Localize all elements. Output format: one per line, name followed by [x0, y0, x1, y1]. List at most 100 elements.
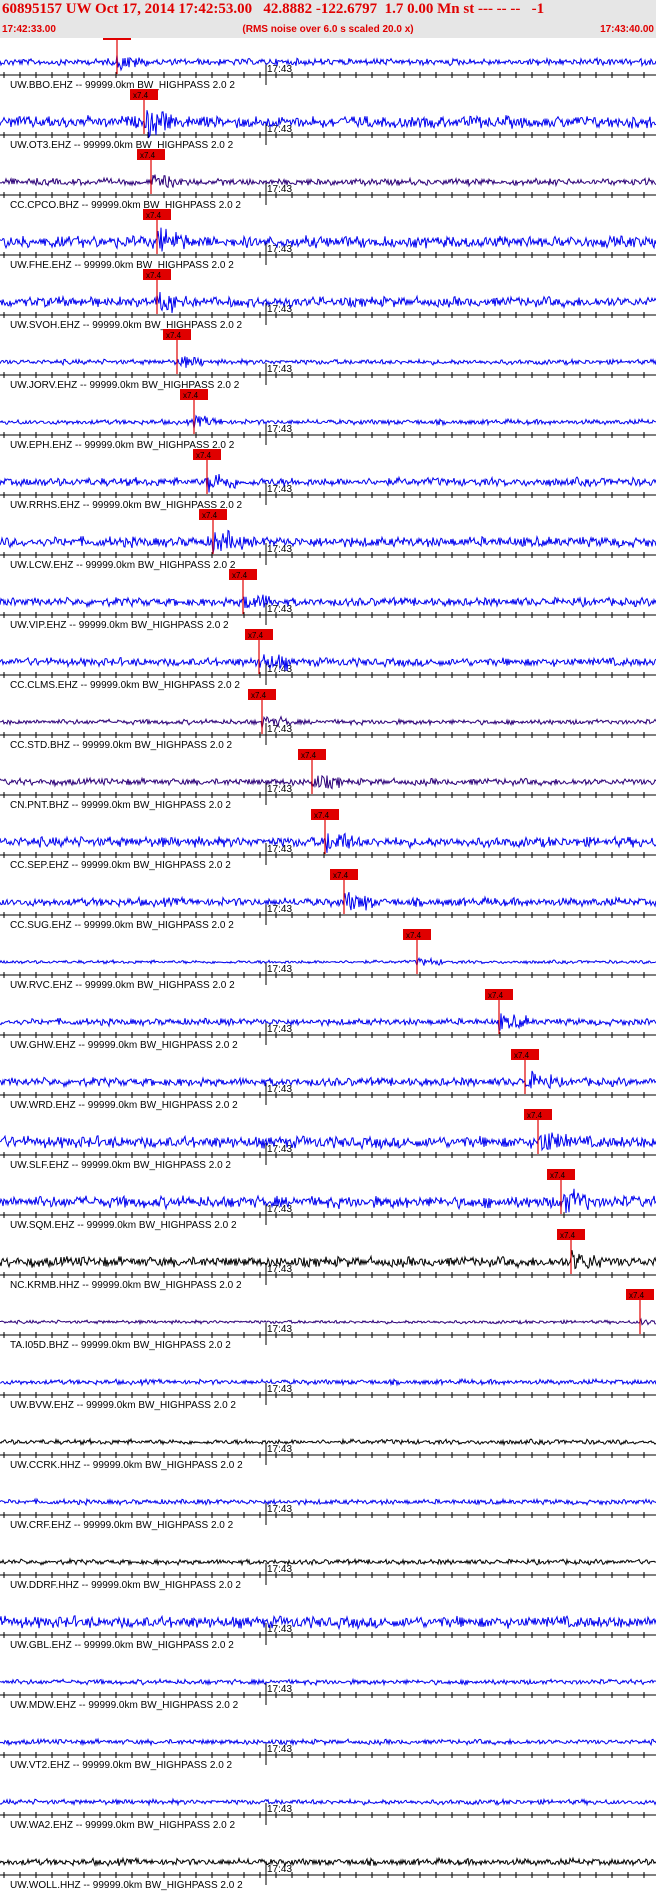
waveform — [0, 891, 656, 911]
minute-label: 17:43 — [267, 184, 292, 195]
trace-20: 17:43x7.4NC.KRMB.HHZ -- 99999.0km BW_HIG… — [0, 1229, 656, 1291]
minute-label: 17:43 — [267, 1084, 292, 1095]
waveform — [0, 356, 656, 368]
trace-11: 17:43 x7.4 CC.STD.BHZ -- 99999.0km BW_HIGH… — [0, 689, 656, 751]
waveform — [0, 715, 656, 729]
minute-label: 17:43 — [267, 1324, 292, 1335]
trace-14: 17:43 x7.4 CC.SUG.EHZ -- 99999.0km BW_HIGH… — [0, 869, 656, 931]
waveform — [0, 832, 656, 853]
waveform — [0, 1437, 656, 1447]
trace-23: 17:43 UW.CCRK.HHZ -- 99999.0km BW_HIGHPAS… — [0, 1437, 656, 1471]
channel-label: UW.VT2.EHZ -- 99999.0km BW_HIGHPASS 2.0 … — [10, 1760, 233, 1771]
waveform — [0, 1557, 656, 1567]
trace-25: 17:43 UW.DDRF.HHZ -- 99999.0km BW_HIGHPAS… — [0, 1557, 656, 1591]
channel-label: UW.RVC.EHZ -- 99999.0km BW_HIGHPASS 2.0 … — [10, 980, 235, 991]
trace-18: 17:43 x7.4 UW.SLF.EHZ -- 99999.0km BW_HIGH… — [0, 1109, 656, 1171]
minute-label: 17:43 — [267, 904, 292, 915]
trace-10: 17:43x7.4CC.CLMS.EHZ -- 99999.0km BW_HIG… — [0, 629, 656, 691]
minute-label: 17:43 — [267, 1744, 292, 1755]
channel-label: CN.PNT.BHZ -- 99999.0km BW_HIGHPASS 2.0 … — [10, 800, 231, 811]
channel-label: UW.FHE.EHZ -- 99999.0km BW_HIGHPASS 2.0 … — [10, 260, 234, 271]
pick-label: x7.4 — [550, 1171, 566, 1180]
trace-19: 17:43x7.4UW.SQM.EHZ -- 99999.0km BW_HIGH… — [0, 1169, 656, 1231]
minute-label: 17:43 — [267, 484, 292, 495]
pick-label: x7.4 — [301, 751, 317, 760]
pick-label: x7.4 — [106, 38, 122, 40]
channel-label: UW.CRF.EHZ -- 99999.0km BW_HIGHPASS 2.0 … — [10, 1520, 234, 1531]
minute-label: 17:43 — [267, 1804, 292, 1815]
waveform — [0, 291, 656, 314]
minute-label: 17:43 — [267, 724, 292, 735]
minute-label: 17:43 — [267, 244, 292, 255]
waveform — [0, 110, 656, 139]
pick-label: x7.4 — [133, 91, 149, 100]
minute-label: 17:43 — [267, 1564, 292, 1575]
waveform — [0, 529, 656, 554]
waveform — [0, 414, 656, 429]
waveform — [0, 174, 656, 189]
channel-label: UW.OT3.EHZ -- 99999.0km BW_HIGHPASS 2.0 … — [10, 140, 234, 151]
minute-label: 17:43 — [267, 424, 292, 435]
waveform — [0, 774, 656, 790]
pick-label: x7.4 — [527, 1111, 543, 1120]
trace-7: 17:43x7.4UW.RRHS.EHZ -- 99999.0km BW_HIG… — [0, 449, 656, 511]
channel-label: CC.CLMS.EHZ -- 99999.0km BW_HIGHPASS 2.0… — [10, 680, 240, 691]
channel-label: UW.SLF.EHZ -- 99999.0km BW_HIGHPASS 2.0 … — [10, 1160, 231, 1171]
waveform — [0, 1856, 656, 1868]
waveform — [0, 956, 656, 968]
channel-label: UW.CCRK.HHZ -- 99999.0km BW_HIGHPASS 2.0… — [10, 1460, 243, 1471]
channel-label: UW.SQM.EHZ -- 99999.0km BW_HIGHPASS 2.0 … — [10, 1220, 237, 1231]
trace-30: 17:43 UW.WOLL.HHZ -- 99999.0km BW_HIGHPAS… — [0, 1856, 656, 1891]
trace-12: 17:43 x7.4 CN.PNT.BHZ -- 99999.0km BW_HIGH… — [0, 749, 656, 811]
minute-label: 17:43 — [267, 784, 292, 795]
minute-label: 17:43 — [267, 604, 292, 615]
channel-label: CC.CPCO.BHZ -- 99999.0km BW_HIGHPASS 2.0… — [10, 200, 241, 211]
seismogram-plot: 17:43x7.4UW.BBO.EHZ -- 99999.0km BW_HIGH… — [0, 38, 656, 1891]
channel-label: UW.DDRF.HHZ -- 99999.0km BW_HIGHPASS 2.0… — [10, 1580, 241, 1591]
channel-label: UW.VIP.EHZ -- 99999.0km BW_HIGHPASS 2.0 … — [10, 620, 229, 631]
pick-label: x7.4 — [140, 151, 156, 160]
pick-label: x7.4 — [406, 931, 422, 940]
waveform — [0, 1797, 656, 1807]
trace-4: 17:43 x7.4 UW.SVOH.EHZ -- 99999.0km BW_HIG… — [0, 269, 656, 331]
channel-label: UW.GBL.EHZ -- 99999.0km BW_HIGHPASS 2.0 … — [10, 1640, 234, 1651]
channel-label: TA.I05D.BHZ -- 99999.0km BW_HIGHPASS 2.0… — [10, 1340, 231, 1351]
waveform — [0, 1070, 656, 1090]
trace-17: 17:43 x7.4 UW.WRD.EHZ -- 99999.0km BW_HIGH… — [0, 1049, 656, 1111]
channel-label: UW.WOLL.HHZ -- 99999.0km BW_HIGHPASS 2.0… — [10, 1880, 243, 1891]
trace-26: 17:43 UW.GBL.EHZ -- 99999.0km BW_HIGHPASS… — [0, 1614, 656, 1651]
minute-label: 17:43 — [267, 1624, 292, 1635]
pick-label: x7.4 — [146, 211, 162, 220]
pick-label: x7.4 — [560, 1231, 576, 1240]
trace-1: 17:43x7.4UW.OT3.EHZ -- 99999.0km BW_HIGH… — [0, 89, 656, 151]
trace-16: 17:43 x7.4 UW.GHW.EHZ -- 99999.0km BW_HIGH… — [0, 989, 656, 1051]
scaling-note: (RMS noise over 6.0 s scaled 20.0 x) — [242, 24, 414, 35]
minute-label: 17:43 — [267, 1864, 292, 1875]
channel-label: UW.GHW.EHZ -- 99999.0km BW_HIGHPASS 2.0 … — [10, 1040, 238, 1051]
pick-label: x7.4 — [232, 571, 248, 580]
pick-label: x7.4 — [183, 391, 199, 400]
trace-0: 17:43 x7.4 UW.BBO.EHZ -- 99999.0km BW_HIGH… — [0, 38, 656, 91]
trace-8: 17:43 x7.4 UW.LCW.EHZ -- 99999.0km BW_HIGH… — [0, 509, 656, 571]
trace-2: 17:43 x7.4 CC.CPCO.BHZ -- 99999.0km BW_HIG… — [0, 149, 656, 211]
trace-22: 17:43 UW.BVW.EHZ -- 99999.0km BW_HIGHPASS… — [0, 1377, 656, 1411]
end-time: 17:43:40.00 — [600, 24, 654, 35]
waveform — [0, 54, 656, 72]
trace-3: 17:43 x7.4 UW.FHE.EHZ -- 99999.0km BW_HIGH… — [0, 209, 656, 271]
trace-27: 17:43 UW.MDW.EHZ -- 99999.0km BW_HIGHPASS… — [0, 1677, 656, 1711]
waveform — [0, 474, 656, 493]
waveform — [0, 1013, 656, 1031]
channel-label: UW.WRD.EHZ -- 99999.0km BW_HIGHPASS 2.0 … — [10, 1100, 238, 1111]
pick-label: x7.4 — [514, 1051, 530, 1060]
trace-15: 17:43 x7.4 UW.RVC.EHZ -- 99999.0km BW_HIGH… — [0, 929, 656, 991]
channel-label: UW.BBO.EHZ -- 99999.0km BW_HIGHPASS 2.0 … — [10, 80, 235, 91]
trace-28: 17:43 UW.VT2.EHZ -- 99999.0km BW_HIGHPASS… — [0, 1737, 656, 1771]
pick-label: x7.4 — [333, 871, 349, 880]
waveform — [0, 227, 656, 252]
channel-label: CC.SUG.EHZ -- 99999.0km BW_HIGHPASS 2.0 … — [10, 920, 234, 931]
waveform — [0, 1132, 656, 1152]
waveform — [0, 1677, 656, 1687]
trace-29: 17:43 UW.WA2.EHZ -- 99999.0km BW_HIGHPASS… — [0, 1797, 656, 1831]
minute-label: 17:43 — [267, 304, 292, 315]
pick-label: x7.4 — [146, 271, 162, 280]
